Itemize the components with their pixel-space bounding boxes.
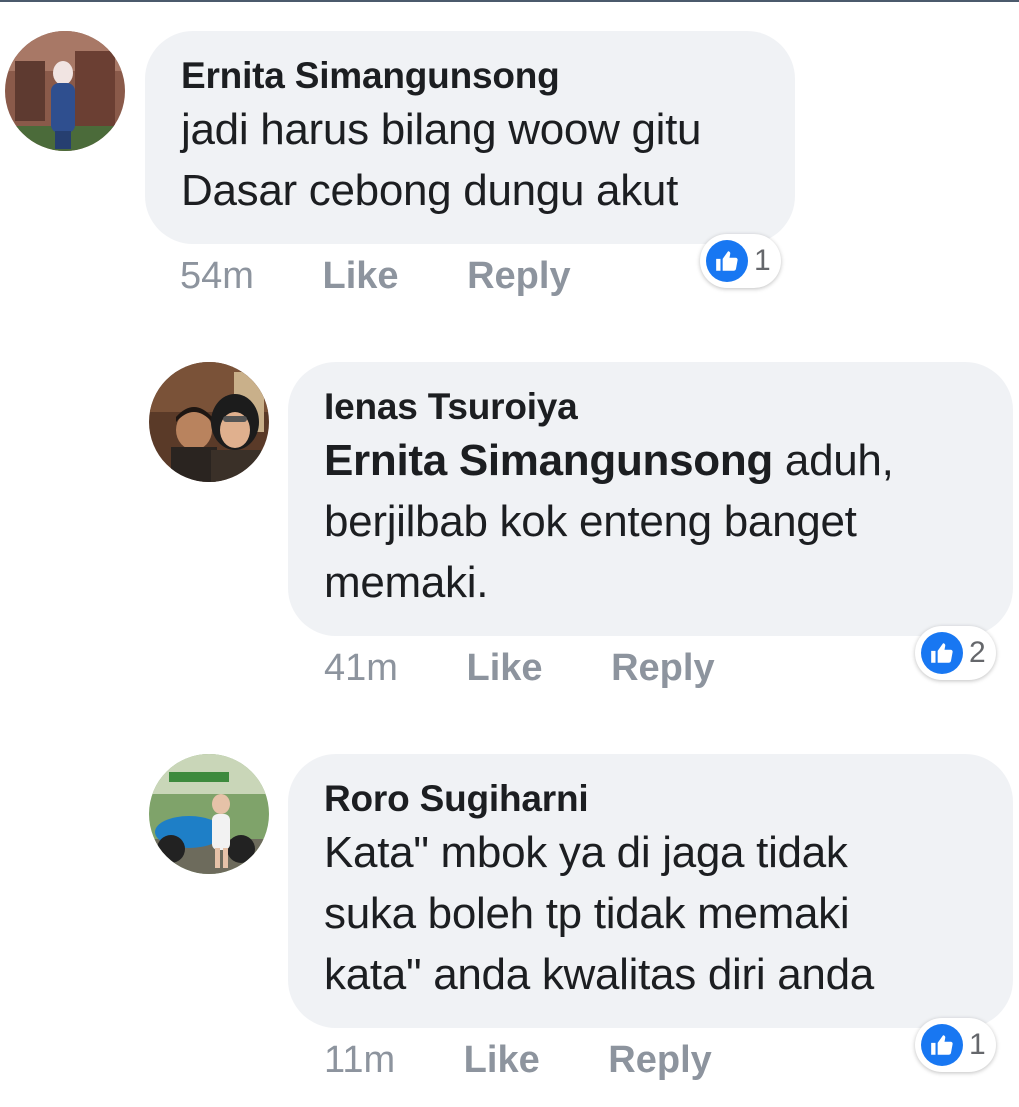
avatar-photo: [149, 754, 269, 874]
comment-author[interactable]: Ernita Simangunsong: [181, 53, 759, 99]
reaction-summary[interactable]: 1: [700, 234, 781, 288]
comment-timestamp[interactable]: 11m: [324, 1037, 395, 1083]
comment-bubble: Ienas Tsuroiya Ernita Simangunsong aduh,…: [288, 362, 1013, 636]
comment-line-text: aduh,: [773, 436, 894, 485]
comment-timestamp[interactable]: 41m: [324, 645, 398, 691]
like-button[interactable]: Like: [322, 253, 398, 299]
comment-author[interactable]: Roro Sugiharni: [324, 776, 977, 822]
comment-line: jadi harus bilang woow gitu: [181, 105, 702, 154]
avatar[interactable]: [5, 31, 125, 151]
reply-button[interactable]: Reply: [467, 253, 570, 299]
comment-line: Kata" mbok ya di jaga tidak: [324, 828, 848, 877]
like-button[interactable]: Like: [466, 645, 542, 691]
comment-bubble: Ernita Simangunsong jadi harus bilang wo…: [145, 31, 795, 244]
comment-line: Ernita Simangunsong aduh,: [324, 430, 977, 491]
reply-button[interactable]: Reply: [608, 1037, 711, 1083]
avatar-photo: [5, 31, 125, 151]
comment-actions: 54m Like Reply: [180, 253, 571, 299]
comment-line: berjilbab kok enteng banget: [324, 497, 857, 546]
comment-line: suka boleh tp tidak memaki: [324, 889, 850, 938]
comment-author[interactable]: Ienas Tsuroiya: [324, 384, 977, 430]
reaction-count: 2: [969, 636, 986, 669]
thumbs-up-icon: [921, 632, 963, 674]
comment-line: memaki.: [324, 558, 489, 607]
reaction-count: 1: [754, 244, 771, 277]
thumbs-up-icon: [921, 1024, 963, 1066]
comment-actions: 41m Like Reply: [324, 645, 715, 691]
reaction-summary[interactable]: 2: [915, 626, 996, 680]
reaction-summary[interactable]: 1: [915, 1018, 996, 1072]
comment-text: Ernita Simangunsong aduh, berjilbab kok …: [324, 430, 977, 613]
comment-actions: 11m Like Reply: [324, 1037, 712, 1083]
avatar[interactable]: [149, 754, 269, 874]
comment-bubble: Roro Sugiharni Kata" mbok ya di jaga tid…: [288, 754, 1013, 1028]
mention-link[interactable]: Ernita Simangunsong: [324, 436, 773, 485]
avatar[interactable]: [149, 362, 269, 482]
thumbs-up-icon: [706, 240, 748, 282]
avatar-photo: [149, 362, 269, 482]
comment-text: Kata" mbok ya di jaga tidak suka boleh t…: [324, 822, 977, 1005]
comment-text: jadi harus bilang woow gitu Dasar cebong…: [181, 99, 759, 221]
top-divider: [0, 0, 1019, 2]
like-button[interactable]: Like: [464, 1037, 540, 1083]
comment-line: Dasar cebong dungu akut: [181, 166, 679, 215]
reply-button[interactable]: Reply: [611, 645, 714, 691]
reaction-count: 1: [969, 1028, 986, 1061]
comment-timestamp[interactable]: 54m: [180, 253, 254, 299]
comment-line: kata" anda kwalitas diri anda: [324, 950, 874, 999]
